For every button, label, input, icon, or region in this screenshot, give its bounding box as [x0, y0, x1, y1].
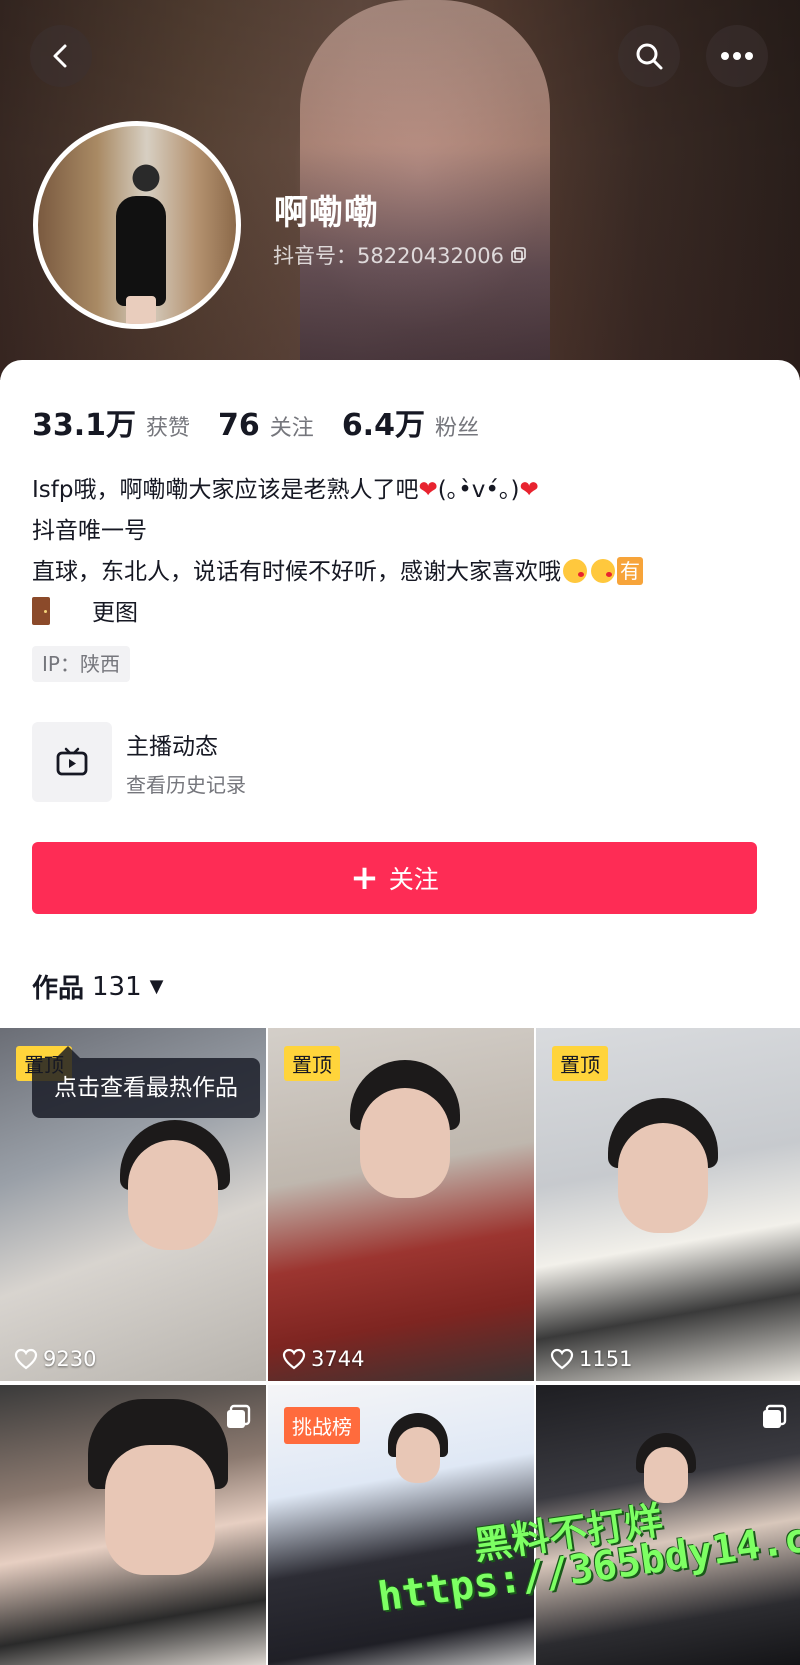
bio-line-1: Isfp哦，啊嘞嘞大家应该是老熟人了吧❤(｡•̀v•́｡)❤	[32, 470, 772, 511]
ip-location-tag: IP：陕西	[32, 646, 130, 682]
stat-value: 33.1万	[32, 408, 137, 443]
avatar[interactable]	[33, 121, 241, 329]
hot-works-tooltip[interactable]: 点击查看最热作品	[32, 1046, 260, 1118]
back-button[interactable]	[30, 25, 92, 87]
like-count: 9230	[14, 1347, 96, 1371]
live-icon-box	[32, 722, 112, 802]
stat-value: 6.4万	[341, 408, 425, 443]
works-tab[interactable]: 作品 131 ▼	[32, 968, 164, 1005]
search-icon	[636, 43, 663, 70]
bio-line-3-text: 直球，东北人，说话有时候不好听，感谢大家喜欢哦	[32, 559, 561, 585]
stat-following[interactable]: 76 关注	[218, 408, 314, 443]
stat-likes[interactable]: 33.1万 获赞	[32, 400, 190, 444]
challenge-badge: 挑战榜	[284, 1407, 360, 1444]
bio: Isfp哦，啊嘞嘞大家应该是老熟人了吧❤(｡•̀v•́｡)❤ 抖音唯一号 直球，…	[32, 470, 772, 634]
thumb-figure-face	[618, 1123, 708, 1233]
more-button[interactable]	[706, 25, 768, 87]
heart-outline-icon	[550, 1348, 574, 1370]
heart-outline-icon	[282, 1348, 306, 1370]
heart-icon: ❤	[418, 477, 438, 503]
like-count-value: 9230	[43, 1347, 97, 1371]
kiss-emoji-icon	[563, 559, 587, 583]
follow-button[interactable]: + 关注	[32, 842, 757, 914]
bio-line-4: 更图	[32, 593, 772, 634]
username: 啊嘞嘞	[274, 193, 379, 233]
stats-row: 33.1万 获赞 76 关注 6.4万 粉丝	[32, 400, 507, 444]
thumb-figure-face	[396, 1427, 440, 1483]
like-count-value: 1151	[579, 1347, 633, 1371]
more-dots-icon	[721, 52, 753, 60]
works-label: 作品	[32, 974, 85, 1004]
stat-value: 76	[218, 408, 260, 443]
image-set-icon	[227, 1404, 251, 1428]
follow-label: 关注	[388, 865, 439, 894]
pinned-badge: 置顶	[552, 1046, 608, 1081]
live-subtitle: 查看历史记录	[126, 772, 246, 797]
stat-followers[interactable]: 6.4万 粉丝	[342, 400, 479, 444]
thumb-figure-face	[105, 1445, 215, 1575]
heart-outline-icon	[14, 1348, 38, 1370]
like-count-value: 3744	[311, 1347, 365, 1371]
live-title: 主播动态	[126, 733, 218, 760]
stat-label: 粉丝	[434, 416, 479, 441]
bio-line-3: 直球，东北人，说话有时候不好听，感谢大家喜欢哦 有	[32, 552, 772, 593]
door-emoji-icon	[32, 597, 50, 625]
kiss-emoji-icon	[591, 559, 615, 583]
avatar-figure	[116, 196, 166, 306]
pinned-badge: 置顶	[284, 1046, 340, 1081]
copy-icon[interactable]	[510, 246, 528, 264]
thumb-figure-face	[360, 1088, 450, 1198]
bio-kaomoji: (｡•̀v•́｡)	[437, 477, 520, 503]
bio-line-1-text: Isfp哦，啊嘞嘞大家应该是老熟人了吧	[32, 477, 419, 503]
chevron-left-icon	[53, 44, 67, 68]
tv-icon	[56, 747, 88, 776]
like-count: 3744	[282, 1347, 364, 1371]
live-text: 主播动态 查看历史记录	[126, 727, 246, 798]
thumb-figure-face	[128, 1140, 218, 1250]
bio-line-2: 抖音唯一号	[32, 518, 147, 544]
caret-down-icon: ▼	[149, 976, 164, 997]
video-thumbnail[interactable]: 置顶 1151	[536, 1028, 800, 1381]
bio-line-4-text: 更图	[92, 600, 138, 626]
heart-icon: ❤	[519, 477, 539, 503]
avatar-legs	[126, 296, 156, 324]
live-history-entry[interactable]: 主播动态 查看历史记录	[32, 722, 772, 802]
account-id[interactable]: 抖音号：58220432006	[273, 240, 528, 270]
plus-icon: +	[350, 858, 379, 898]
video-thumbnail[interactable]	[0, 1385, 266, 1665]
like-count: 1151	[550, 1347, 632, 1371]
account-id-text: 抖音号：58220432006	[273, 244, 504, 268]
stat-label: 获赞	[146, 416, 191, 441]
search-button[interactable]	[618, 25, 680, 87]
you-tag: 有	[617, 557, 643, 585]
image-set-icon	[763, 1404, 787, 1428]
works-count: 131	[92, 971, 142, 1002]
video-thumbnail[interactable]: 置顶 3744	[268, 1028, 534, 1381]
stat-label: 关注	[269, 416, 314, 441]
